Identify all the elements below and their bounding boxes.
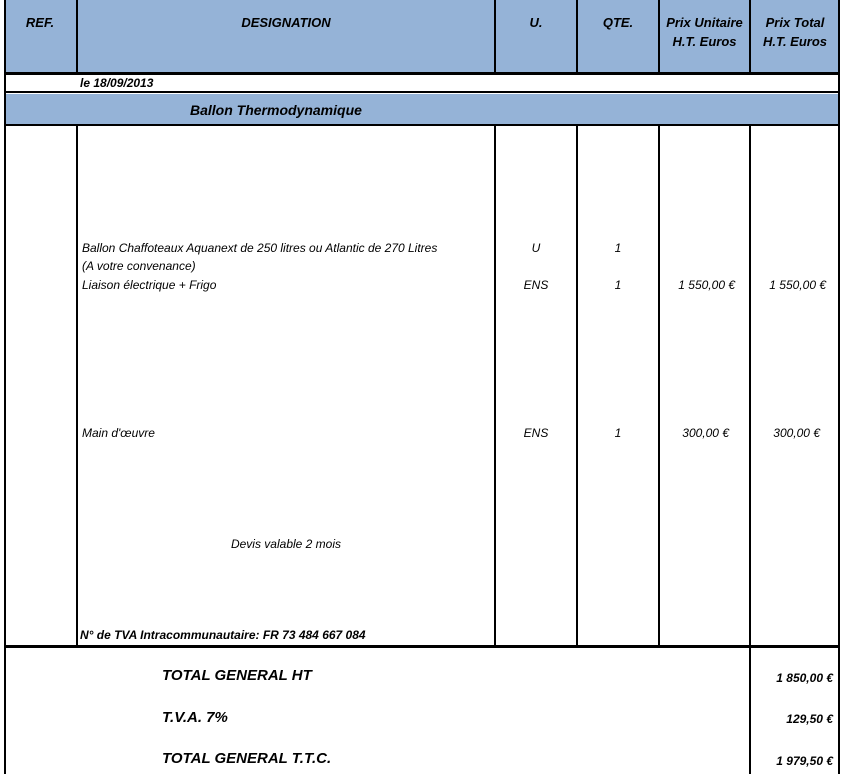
total-ht-value: 1 850,00 € <box>776 671 833 685</box>
col-divider-qty-hdr <box>658 0 660 75</box>
line-unit-price: 1 550,00 € <box>678 278 735 292</box>
line-qty: 1 <box>614 426 622 440</box>
quote-date: le 18/09/2013 <box>80 76 154 90</box>
header-unit: U. <box>496 0 576 72</box>
header-unit-label: U. <box>529 15 543 30</box>
col-divider-qty <box>658 126 660 646</box>
line-designation: (A votre convenance) <box>82 259 196 273</box>
header-border <box>4 72 839 75</box>
col-divider-pu-hdr <box>749 0 751 75</box>
header-designation-label: DESIGNATION <box>241 15 331 30</box>
header-qty-label: QTE. <box>602 15 634 30</box>
line-designation: Ballon Chaffoteaux Aquanext de 250 litre… <box>82 241 438 255</box>
line-total: 1 550,00 € <box>769 278 826 292</box>
header-total-price-line2: H.T. Euros <box>762 34 828 49</box>
col-divider-ref <box>76 126 78 646</box>
line-qty: 1 <box>614 241 622 255</box>
header-qty: QTE. <box>578 0 658 72</box>
validity-note: Devis valable 2 mois <box>230 537 342 551</box>
line-unit: U <box>531 241 541 255</box>
line-unit: ENS <box>523 278 549 292</box>
header-unit-price: Prix Unitaire H.T. Euros <box>660 0 749 72</box>
section-title: Ballon Thermodynamique <box>190 102 362 118</box>
line-unit-price: 300,00 € <box>682 426 729 440</box>
tva-value: 129,50 € <box>786 712 833 726</box>
col-divider-des <box>494 126 496 646</box>
header-ref-label: REF. <box>25 15 55 30</box>
col-divider-des-hdr <box>494 0 496 75</box>
total-ttc-value: 1 979,50 € <box>776 754 833 768</box>
table-right-border <box>838 0 840 774</box>
line-total: 300,00 € <box>773 426 820 440</box>
col-divider-u-hdr <box>576 0 578 75</box>
vat-number: N° de TVA Intracommunautaire: FR 73 484 … <box>80 628 366 642</box>
total-ht-label: TOTAL GENERAL HT <box>162 667 312 684</box>
date-row-border <box>4 91 839 93</box>
total-ttc-label: TOTAL GENERAL T.T.C. <box>162 750 332 767</box>
line-designation: Main d'œuvre <box>82 426 155 440</box>
header-total-price: Prix Total H.T. Euros <box>751 0 839 72</box>
line-unit: ENS <box>523 426 549 440</box>
col-divider-u <box>576 126 578 646</box>
header-total-price-label: Prix Total H.T. Euros <box>763 0 827 72</box>
col-divider-pu <box>749 126 751 774</box>
header-total-price-line1: Prix Total <box>765 15 825 30</box>
header-unit-price-line2: H.T. Euros <box>672 34 737 49</box>
line-qty: 1 <box>614 278 622 292</box>
col-divider-ref-hdr <box>76 0 78 75</box>
table-left-border <box>4 0 6 774</box>
line-designation: Liaison électrique + Frigo <box>82 278 217 292</box>
body-bottom-border <box>4 645 839 648</box>
section-border <box>4 124 839 126</box>
header-ref: REF. <box>4 0 76 72</box>
header-unit-price-line1: Prix Unitaire <box>666 15 743 30</box>
header-unit-price-label: Prix Unitaire H.T. Euros <box>666 0 743 72</box>
quote-sheet: REF. DESIGNATION U. QTE. Prix Unitaire H… <box>0 0 843 774</box>
header-designation: DESIGNATION <box>78 0 494 72</box>
section-band <box>4 94 839 124</box>
tva-label: T.V.A. 7% <box>162 709 228 726</box>
